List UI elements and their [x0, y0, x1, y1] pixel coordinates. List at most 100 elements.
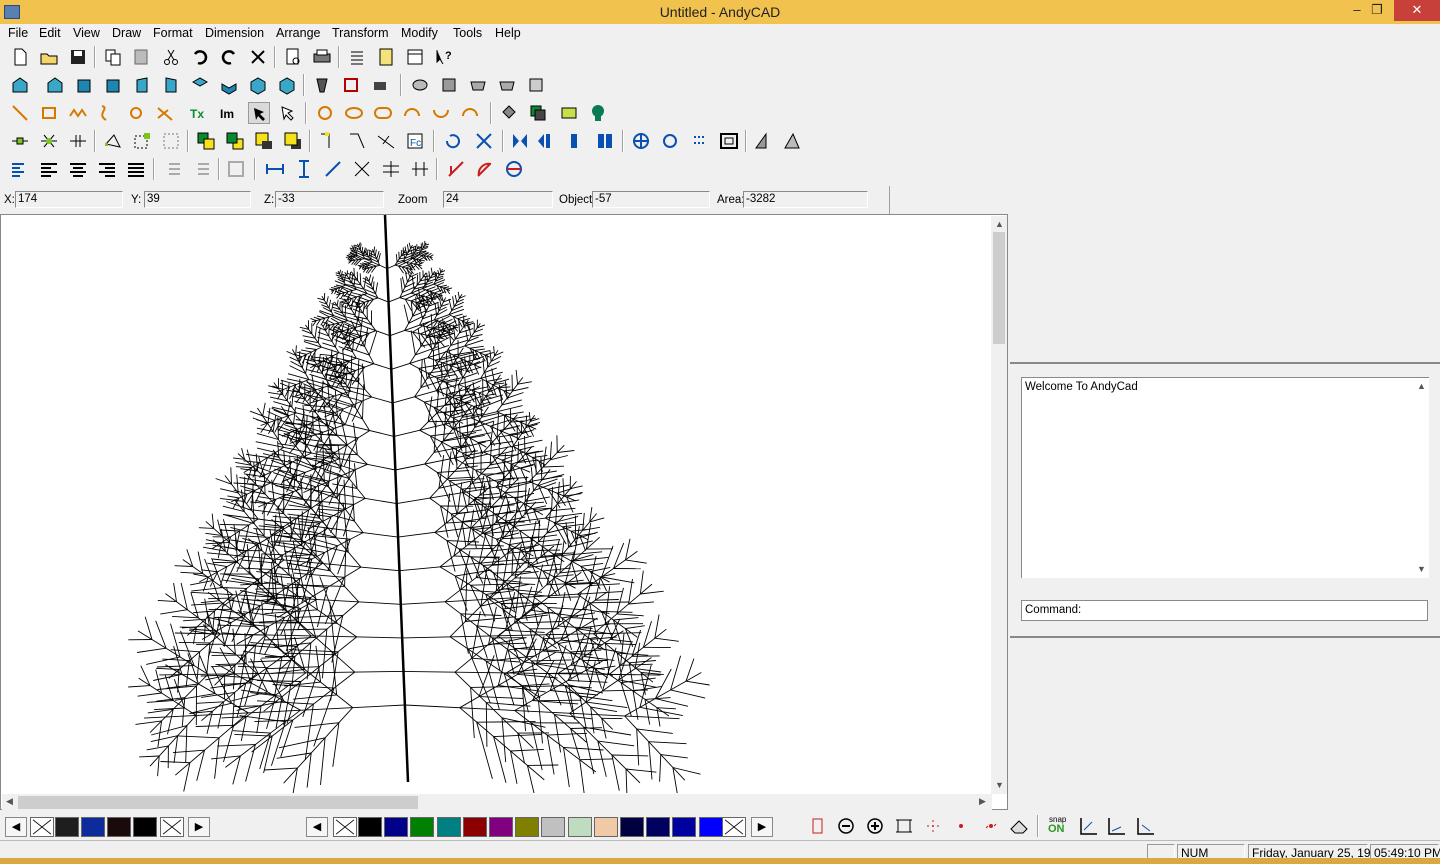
align-bar-icon[interactable]: [563, 130, 585, 152]
rotate-icon[interactable]: [442, 130, 464, 152]
color-swatch[interactable]: [698, 817, 723, 837]
pattern-swatch[interactable]: [55, 817, 79, 837]
view-left-icon[interactable]: [131, 74, 153, 96]
line-tool-icon[interactable]: [9, 102, 31, 124]
cut-icon[interactable]: [160, 46, 182, 68]
view-cone-icon[interactable]: [311, 74, 333, 96]
eraser-icon[interactable]: [1008, 815, 1030, 837]
print-icon[interactable]: [311, 46, 333, 68]
menu-edit[interactable]: Edit: [39, 26, 61, 40]
open-folder-icon[interactable]: [38, 46, 60, 68]
color-swatch[interactable]: [593, 817, 618, 837]
skew-icon[interactable]: [752, 130, 774, 152]
angle-tool-icon[interactable]: [154, 102, 176, 124]
ortho-icon[interactable]: [1077, 815, 1099, 837]
menu-transform[interactable]: Transform: [332, 26, 389, 40]
print-preview-icon[interactable]: [282, 46, 304, 68]
snap-end-icon[interactable]: [9, 130, 31, 152]
color-swatch[interactable]: [384, 817, 409, 837]
polar-icon[interactable]: [1105, 815, 1127, 837]
orbit-icon[interactable]: [659, 130, 681, 152]
dim-continue-icon[interactable]: [409, 158, 431, 180]
black-swatch[interactable]: [133, 817, 157, 837]
send-backward-icon[interactable]: [282, 130, 304, 152]
spline-tool-icon[interactable]: [96, 102, 118, 124]
no-color-swatch-3[interactable]: [722, 817, 746, 837]
view-bottom-icon[interactable]: [218, 74, 240, 96]
bend-icon[interactable]: [781, 130, 803, 152]
delete-icon[interactable]: [247, 46, 269, 68]
render-4-icon[interactable]: [496, 74, 518, 96]
view-back-icon[interactable]: [102, 74, 124, 96]
dim-vertical-icon[interactable]: [293, 158, 315, 180]
color-swatch[interactable]: [672, 817, 697, 837]
menu-file[interactable]: File: [8, 26, 28, 40]
notes-icon[interactable]: [375, 46, 397, 68]
dark-pattern-swatch[interactable]: [107, 817, 131, 837]
scroll-down-icon[interactable]: ▼: [995, 780, 1004, 790]
dim-linear-icon[interactable]: [264, 158, 286, 180]
offset-icon[interactable]: [718, 130, 740, 152]
z-field[interactable]: -33: [275, 191, 384, 208]
object-field[interactable]: -57: [592, 191, 710, 208]
log-scroll-up-icon[interactable]: ▲: [1417, 381, 1426, 391]
zoom-in-icon[interactable]: [864, 815, 886, 837]
ellipse-tool-icon[interactable]: [343, 102, 365, 124]
copy-icon[interactable]: [102, 46, 124, 68]
message-log[interactable]: Welcome To AndyCad ▲ ▼: [1021, 377, 1429, 578]
vertical-scroll-thumb[interactable]: [993, 232, 1005, 344]
render-2-icon[interactable]: [438, 74, 460, 96]
align-right-icon[interactable]: [96, 158, 118, 180]
close-button[interactable]: ✕: [1394, 0, 1440, 21]
align-left-icon[interactable]: [38, 158, 60, 180]
axis-icon[interactable]: [1134, 815, 1156, 837]
paste-icon[interactable]: [131, 46, 153, 68]
area-field[interactable]: -3282: [743, 191, 868, 208]
x-field[interactable]: 174: [15, 191, 123, 208]
select-arrow-icon[interactable]: [248, 102, 270, 124]
rectangle-tool-icon[interactable]: [38, 102, 60, 124]
break-icon[interactable]: [375, 130, 397, 152]
zoom-out-icon[interactable]: [835, 815, 857, 837]
view-cube-2-icon[interactable]: [276, 74, 298, 96]
color-swatch[interactable]: [541, 817, 566, 837]
menu-help[interactable]: Help: [495, 26, 521, 40]
log-scroll-down-icon[interactable]: ▼: [1417, 564, 1426, 574]
send-back-icon[interactable]: [224, 130, 246, 152]
horizontal-scroll-thumb[interactable]: [18, 796, 418, 809]
mirror-h-icon[interactable]: [509, 130, 531, 152]
polyline-tool-icon[interactable]: [67, 102, 89, 124]
snap-perp-icon[interactable]: [67, 130, 89, 152]
color-swatch[interactable]: [489, 817, 513, 837]
snap-near-icon[interactable]: [980, 815, 1002, 837]
blue-swatch[interactable]: [81, 817, 105, 837]
zoom-field[interactable]: 24: [443, 191, 553, 208]
menu-format[interactable]: Format: [153, 26, 193, 40]
point-tool-icon[interactable]: [125, 102, 147, 124]
palette-prev-icon[interactable]: ◀: [306, 817, 328, 837]
stretch-icon[interactable]: [473, 130, 495, 152]
restore-button[interactable]: ❐: [1366, 0, 1388, 21]
view-iso-1-icon[interactable]: [9, 74, 31, 96]
layers-icon[interactable]: [346, 46, 368, 68]
palette-left-next-icon[interactable]: ▶: [188, 817, 210, 837]
help-pointer-icon[interactable]: ?: [433, 46, 455, 68]
y-field[interactable]: 39: [144, 191, 251, 208]
palette-next-icon[interactable]: ▶: [751, 817, 773, 837]
view-iso-2-icon[interactable]: [44, 74, 66, 96]
minimize-button[interactable]: –: [1346, 0, 1368, 21]
snap-toggle[interactable]: snap ON: [1045, 815, 1071, 837]
menu-dimension[interactable]: Dimension: [205, 26, 264, 40]
arc3-tool-icon[interactable]: [459, 102, 481, 124]
menu-tools[interactable]: Tools: [453, 26, 482, 40]
select-outline-icon[interactable]: [277, 102, 299, 124]
snap-center-icon[interactable]: [950, 815, 972, 837]
trim-icon[interactable]: [317, 130, 339, 152]
render-5-icon[interactable]: [525, 74, 547, 96]
color-swatch[interactable]: [358, 817, 382, 837]
dim-radius-icon[interactable]: [445, 158, 467, 180]
snap-point-icon[interactable]: [922, 815, 944, 837]
palette-left-prev-icon[interactable]: ◀: [5, 817, 27, 837]
hatch-tool-icon[interactable]: [558, 102, 580, 124]
menu-arrange[interactable]: Arrange: [276, 26, 320, 40]
